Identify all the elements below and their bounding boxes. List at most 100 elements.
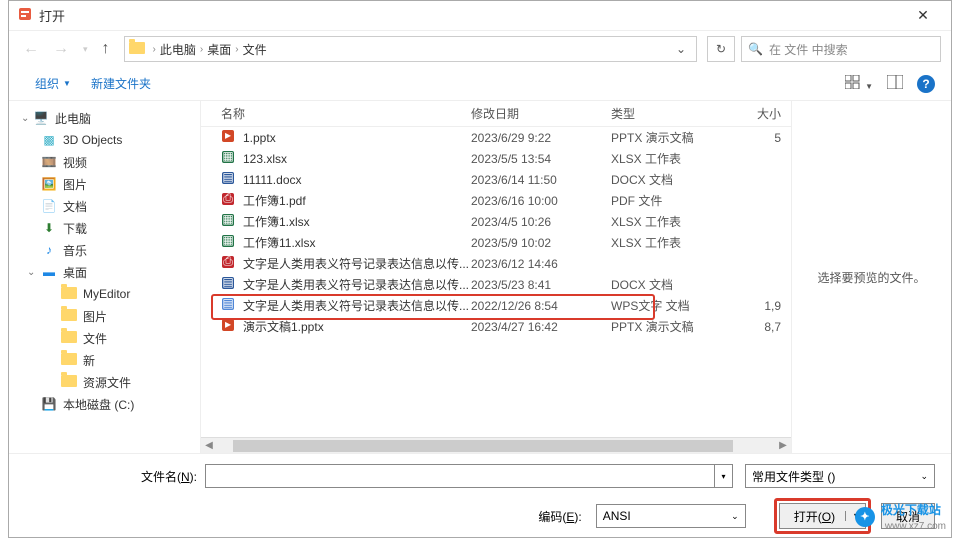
folder-icon [129, 42, 145, 57]
encoding-label: 编码(E): [538, 508, 581, 525]
file-name: 11111.docx [243, 173, 471, 187]
watermark-logo-icon: ✦ [855, 507, 875, 527]
file-type: DOCX 文档 [611, 171, 731, 188]
file-type: PPTX 演示文稿 [611, 318, 731, 335]
file-name: 文字是人类用表义符号记录表达信息以传... [243, 297, 471, 314]
search-input[interactable]: 🔍 在 文件 中搜索 [741, 36, 941, 62]
svg-text:⎙: ⎙ [223, 255, 233, 268]
file-name: 文字是人类用表义符号记录表达信息以传... [243, 255, 471, 272]
file-icon: ▤ [221, 171, 237, 188]
bottom-panel: 文件名(N): ▾ 常用文件类型 ()⌄ 编码(E): ANSI⌄ 打开(O) … [9, 453, 951, 540]
file-name: 1.pptx [243, 131, 471, 145]
crumb-desktop[interactable]: 桌面 [205, 41, 233, 58]
file-type: XLSX 工作表 [611, 150, 731, 167]
refresh-button[interactable]: ↻ [707, 36, 735, 62]
file-name: 工作簿11.xlsx [243, 234, 471, 251]
file-row[interactable]: ▤文字是人类用表义符号记录表达信息以传...2023/5/23 8:41DOCX… [201, 274, 791, 295]
col-size[interactable]: 大小 [731, 105, 781, 122]
svg-text:▦: ▦ [222, 213, 233, 226]
file-row[interactable]: ▤ 11111.docx2023/6/14 11:50DOCX 文档 [201, 169, 791, 190]
file-name: 文字是人类用表义符号记录表达信息以传... [243, 276, 471, 293]
file-row[interactable]: ⎙工作簿1.pdf2023/6/16 10:00PDF 文件 [201, 190, 791, 211]
filename-input[interactable] [205, 464, 715, 488]
file-size: 8,7 [731, 320, 781, 334]
file-icon: ▦ [221, 150, 237, 167]
file-date: 2022/12/26 8:54 [471, 299, 611, 313]
tree-desktop[interactable]: ⌄▬桌面 [9, 261, 200, 283]
tree-cdrive[interactable]: 💾本地磁盘 (C:) [9, 393, 200, 415]
h-scrollbar[interactable]: ◀▶ [201, 437, 791, 453]
tree-downloads[interactable]: ⬇下载 [9, 217, 200, 239]
open-button[interactable]: 打开(O) ▼ [779, 503, 866, 529]
up-button[interactable]: ↑ [98, 40, 114, 58]
file-type: PPTX 演示文稿 [611, 129, 731, 146]
filetype-select[interactable]: 常用文件类型 ()⌄ [745, 464, 935, 488]
svg-text:▸: ▸ [225, 129, 231, 142]
forward-button[interactable]: → [49, 40, 73, 58]
file-name: 演示文稿1.pptx [243, 318, 471, 335]
file-icon: ▸ [221, 129, 237, 146]
col-name[interactable]: 名称 [221, 105, 471, 122]
tree-file[interactable]: 文件 [9, 327, 200, 349]
close-button[interactable]: ✕ [903, 7, 943, 24]
file-date: 2023/5/5 13:54 [471, 152, 611, 166]
tree-pictures[interactable]: 🖼️图片 [9, 173, 200, 195]
tree-pic2[interactable]: 图片 [9, 305, 200, 327]
breadcrumb[interactable]: › 此电脑 › 桌面 › 文件 ⌄ [124, 36, 697, 62]
view-icons-button[interactable]: ▼ [845, 75, 873, 92]
tree-res[interactable]: 资源文件 [9, 371, 200, 393]
help-button[interactable]: ? [917, 75, 935, 93]
nav-tree: ⌄🖥️此电脑 ▩3D Objects 🎞️视频 🖼️图片 📄文档 ⬇下载 ♪音乐… [9, 101, 201, 453]
file-type: PDF 文件 [611, 192, 731, 209]
file-row[interactable]: ▸ 演示文稿1.pptx2023/4/27 16:42PPTX 演示文稿8,7 [201, 316, 791, 337]
file-row[interactable]: ⎙ 文字是人类用表义符号记录表达信息以传...2023/6/12 14:46 [201, 253, 791, 274]
encoding-select[interactable]: ANSI⌄ [596, 504, 746, 528]
crumb-folder[interactable]: 文件 [241, 41, 269, 58]
filename-label: 文件名(N): [25, 468, 205, 485]
tree-myeditor[interactable]: MyEditor [9, 283, 200, 305]
tree-new[interactable]: 新 [9, 349, 200, 371]
recent-dropdown[interactable]: ▾ [79, 44, 92, 55]
file-date: 2023/6/12 14:46 [471, 257, 611, 271]
file-icon: ▦ [221, 213, 237, 230]
file-header: 名称 修改日期 类型 大小 [201, 101, 791, 127]
tree-video[interactable]: 🎞️视频 [9, 151, 200, 173]
file-date: 2023/6/14 11:50 [471, 173, 611, 187]
file-row[interactable]: ▦ 123.xlsx2023/5/5 13:54XLSX 工作表 [201, 148, 791, 169]
file-icon: ▤ [221, 276, 237, 293]
new-folder-button[interactable]: 新建文件夹 [81, 75, 161, 92]
file-date: 2023/6/29 9:22 [471, 131, 611, 145]
titlebar: 打开 ✕ [9, 1, 951, 31]
preview-pane: 选择要预览的文件。 [791, 101, 951, 453]
watermark: ✦ 极光下载站www.xz7.com [855, 501, 946, 532]
file-row[interactable]: ▸ 1.pptx2023/6/29 9:22PPTX 演示文稿5 [201, 127, 791, 148]
file-name: 工作簿1.xlsx [243, 213, 471, 230]
file-icon: ▤ [221, 297, 237, 314]
file-row[interactable]: ▦工作簿1.xlsx2023/4/5 10:26XLSX 工作表 [201, 211, 791, 232]
svg-text:▤: ▤ [222, 171, 233, 184]
file-row[interactable]: ▦工作簿11.xlsx2023/5/9 10:02XLSX 工作表 [201, 232, 791, 253]
organize-button[interactable]: 组织▼ [25, 75, 81, 92]
tree-3d[interactable]: ▩3D Objects [9, 129, 200, 151]
file-size: 5 [731, 131, 781, 145]
svg-text:▦: ▦ [222, 150, 233, 163]
breadcrumb-dropdown[interactable]: ⌄ [670, 42, 692, 56]
crumb-root[interactable]: 此电脑 [158, 41, 198, 58]
svg-text:▸: ▸ [225, 318, 231, 331]
tree-pc[interactable]: ⌄🖥️此电脑 [9, 107, 200, 129]
col-date[interactable]: 修改日期 [471, 105, 611, 122]
tree-music[interactable]: ♪音乐 [9, 239, 200, 261]
filename-dropdown[interactable]: ▾ [715, 464, 733, 488]
toolbar: 组织▼ 新建文件夹 ▼ ? [9, 67, 951, 101]
file-size: 1,9 [731, 299, 781, 313]
file-date: 2023/5/23 8:41 [471, 278, 611, 292]
preview-pane-button[interactable] [887, 75, 903, 92]
back-button[interactable]: ← [19, 40, 43, 58]
file-icon: ⎙ [221, 255, 237, 272]
file-name: 123.xlsx [243, 152, 471, 166]
tree-documents[interactable]: 📄文档 [9, 195, 200, 217]
file-date: 2023/4/27 16:42 [471, 320, 611, 334]
file-type: XLSX 工作表 [611, 213, 731, 230]
file-row[interactable]: ▤文字是人类用表义符号记录表达信息以传...2022/12/26 8:54WPS… [201, 295, 791, 316]
col-type[interactable]: 类型 [611, 105, 731, 122]
